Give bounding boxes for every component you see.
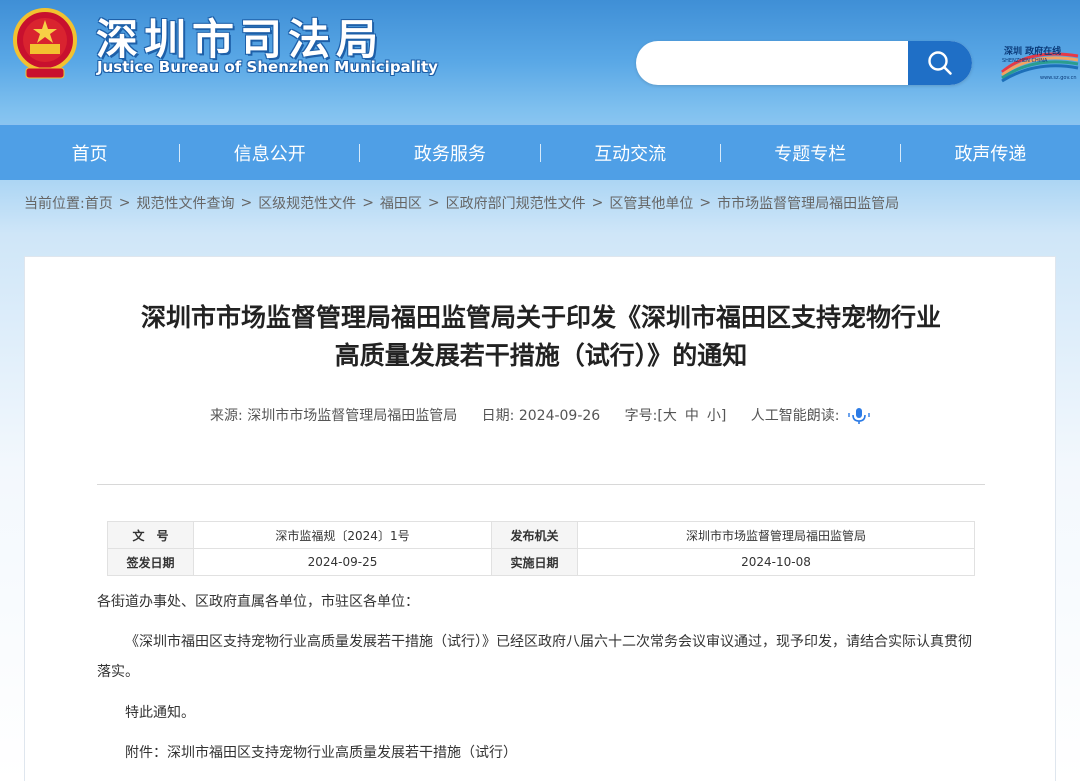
- table-row: 文 号 深市监福规〔2024〕1号 发布机关 深圳市市场监督管理局福田监管局: [107, 521, 975, 549]
- meta-tts: 人工智能朗读:: [751, 408, 872, 424]
- search-button[interactable]: [908, 41, 972, 85]
- logo-text-sub: SHENZHEN CHINA: [1002, 58, 1048, 64]
- search-icon: [928, 51, 952, 75]
- shenzhen-government-logo[interactable]: 深圳 政府在线 SHENZHEN CHINA www.sz.gov.cn: [1000, 42, 1080, 84]
- breadcrumb-item[interactable]: 区政府部门规范性文件: [446, 193, 586, 213]
- site-header: 深圳市司法局 Justice Bureau of Shenzhen Munici…: [0, 0, 1080, 120]
- article-meta: 来源: 深圳市市场监督管理局福田监管局 日期: 2024-09-26 字号:[大…: [25, 405, 1057, 426]
- breadcrumb-item[interactable]: 规范性文件查询: [136, 193, 234, 213]
- issuer-value: 深圳市市场监督管理局福田监管局: [577, 521, 975, 549]
- national-emblem-icon: [13, 8, 77, 79]
- article-card: 深圳市市场监督管理局福田监管局关于印发《深圳市福田区支持宠物行业 高质量发展若干…: [24, 256, 1056, 781]
- breadcrumb-item[interactable]: 区管其他单位: [609, 193, 693, 213]
- breadcrumb-separator: >: [362, 195, 374, 211]
- breadcrumb-separator: >: [427, 195, 440, 211]
- nav-item-home[interactable]: 首页: [0, 140, 179, 166]
- breadcrumb-separator: >: [240, 195, 253, 211]
- attachment-link[interactable]: 附件：深圳市福田区支持宠物行业高质量发展若干措施（试行）: [125, 738, 1013, 768]
- breadcrumb-item[interactable]: 福田区: [380, 193, 422, 213]
- breadcrumb-separator: >: [699, 195, 712, 211]
- breadcrumb-item-current[interactable]: 市市场监督管理局福田监管局: [717, 193, 899, 213]
- body-paragraph: 《深圳市福田区支持宠物行业高质量发展若干措施（试行）》已经区政府八届六十二次常务…: [97, 634, 972, 680]
- main-nav: 首页 信息公开 政务服务 互动交流 专题专栏 政声传递: [0, 124, 1080, 180]
- effective-date-value: 2024-10-08: [577, 548, 975, 576]
- meta-date-label: 日期:: [481, 408, 515, 424]
- nav-item-gov-voice[interactable]: 政声传递: [901, 140, 1080, 166]
- nav-item-special-topics[interactable]: 专题专栏: [721, 140, 900, 166]
- meta-date: 日期: 2024-09-26: [482, 408, 601, 424]
- breadcrumb-item[interactable]: 区级规范性文件: [258, 193, 356, 213]
- doc-number-value: 深市监福规〔2024〕1号: [193, 521, 492, 549]
- table-row: 签发日期 2024-09-25 实施日期 2024-10-08: [107, 548, 975, 576]
- sign-date-value: 2024-09-25: [193, 548, 492, 576]
- meta-date-value: 2024-09-26: [518, 408, 601, 424]
- microphone-icon[interactable]: [846, 406, 872, 426]
- meta-tts-label: 人工智能朗读:: [750, 408, 840, 424]
- nav-item-info-disclosure[interactable]: 信息公开: [180, 140, 359, 166]
- meta-font-size: 字号:[大中小]: [625, 408, 727, 424]
- article-title-line: 高质量发展若干措施（试行）》的通知: [334, 341, 748, 370]
- meta-source: 来源: 深圳市市场监督管理局福田监管局: [210, 408, 457, 424]
- doc-number-label: 文 号: [107, 521, 194, 549]
- article-title-line: 深圳市市场监督管理局福田监管局关于印发《深圳市福田区支持宠物行业: [140, 303, 941, 332]
- font-size-medium-button[interactable]: 中: [685, 408, 699, 424]
- logo-url: www.sz.gov.cn: [1040, 75, 1077, 81]
- notice-paragraph: 特此通知。: [125, 705, 195, 721]
- meta-source-label: 来源:: [210, 408, 243, 424]
- meta-source-value: 深圳市市场监督管理局福田监管局: [247, 408, 458, 424]
- logo-text-main: 深圳 政府在线: [1004, 47, 1062, 57]
- breadcrumb-item[interactable]: 首页: [85, 193, 113, 213]
- nav-item-interaction[interactable]: 互动交流: [541, 140, 720, 166]
- breadcrumb-prefix: 当前位置:: [24, 196, 85, 212]
- search-input[interactable]: [636, 41, 908, 85]
- meta-font-label: 字号:: [624, 408, 658, 424]
- font-size-small-button[interactable]: 小: [707, 408, 721, 424]
- breadcrumb-separator: >: [591, 195, 604, 211]
- issuer-label: 发布机关: [491, 521, 578, 549]
- font-size-large-button[interactable]: 大: [663, 408, 677, 424]
- document-info-table: 文 号 深市监福规〔2024〕1号 发布机关 深圳市市场监督管理局福田监管局 签…: [107, 521, 975, 576]
- effective-date-label: 实施日期: [491, 548, 578, 576]
- font-bracket-close: ]: [720, 408, 727, 424]
- site-title-english: Justice Bureau of Shenzhen Municipality: [97, 58, 438, 76]
- breadcrumb: 当前位置: 首页 > 规范性文件查询 > 区级规范性文件 > 福田区 > 区政府…: [24, 193, 899, 213]
- breadcrumb-separator: >: [118, 195, 131, 211]
- sign-date-label: 签发日期: [107, 548, 194, 576]
- meta-divider: [97, 484, 985, 485]
- nav-item-gov-services[interactable]: 政务服务: [360, 140, 539, 166]
- article-title: 深圳市市场监督管理局福田监管局关于印发《深圳市福田区支持宠物行业 高质量发展若干…: [25, 299, 1057, 375]
- search-box: [636, 41, 972, 85]
- salutation-paragraph: 各街道办事处、区政府直属各单位，市驻区各单位：: [97, 594, 419, 610]
